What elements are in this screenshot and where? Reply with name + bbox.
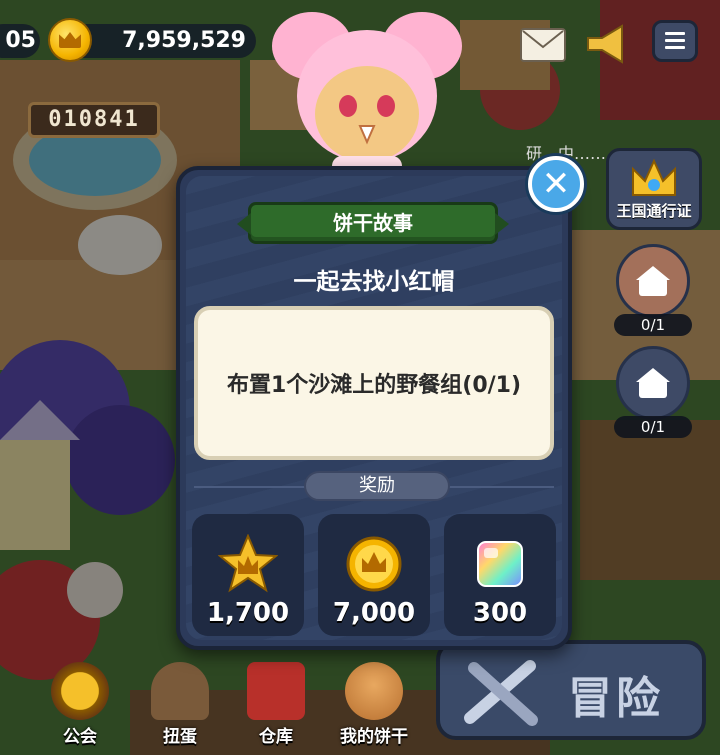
dialog-title-banner: 饼干故事	[248, 202, 498, 244]
adventure-label: 冒险	[568, 673, 664, 724]
cookie-face-icon	[345, 662, 403, 720]
reward-value-cube: 300	[472, 598, 528, 628]
task-text: 布置1个沙滩上的野餐组(0/1)	[226, 373, 522, 398]
megaphone-glyph	[587, 24, 623, 64]
story-subtitle: 一起去找小红帽	[293, 269, 455, 295]
kingdom-pass-label: 王国通行证	[616, 202, 692, 220]
reward-value-coin: 7,000	[332, 598, 416, 628]
storage-barn-icon	[247, 662, 305, 720]
house-hand-icon	[636, 368, 670, 398]
coin-balance-value: 7,959,529	[122, 28, 246, 53]
quest-button-2[interactable]	[616, 346, 690, 420]
cookie-story-dialog: 饼干故事 一起去找小红帽 布置1个沙滩上的野餐组(0/1) 奖励 1,700 7…	[176, 166, 572, 650]
reward-card-cube: 300	[444, 514, 556, 636]
close-icon: ✕	[541, 164, 571, 204]
quest-1-count: 0/1	[614, 314, 692, 336]
hud-left-counter: 05	[0, 24, 40, 58]
adventure-button[interactable]: 冒险	[436, 640, 706, 740]
nav-gacha-label: 扭蛋	[163, 727, 197, 747]
hamburger-icon	[665, 32, 685, 49]
population-counter: 010841	[28, 102, 160, 138]
coin-icon	[48, 18, 92, 62]
nav-my-cookies-label: 我的饼干	[340, 727, 408, 747]
close-button[interactable]: ✕	[528, 156, 584, 212]
hud-left-value: 05	[5, 28, 36, 53]
gacha-oven-icon	[151, 662, 209, 720]
nav-my-cookies[interactable]: 我的饼干	[334, 662, 414, 747]
nav-guild-label: 公会	[63, 727, 97, 747]
coin-icon	[346, 536, 402, 592]
nav-storage-label: 仓库	[259, 727, 293, 747]
quest-2-count: 0/1	[614, 416, 692, 438]
guild-shield-icon	[51, 662, 109, 720]
nav-guild[interactable]: 公会	[40, 662, 120, 747]
envelope-glyph	[522, 30, 564, 49]
reward-card-star: 1,700	[192, 514, 304, 636]
nav-storage[interactable]: 仓库	[236, 662, 316, 747]
reward-value-star: 1,700	[206, 598, 290, 628]
nav-gacha[interactable]: 扭蛋	[140, 662, 220, 747]
crown-gem-icon	[632, 158, 676, 196]
rainbow-cube-icon	[477, 541, 523, 587]
star-crown-icon	[218, 534, 278, 593]
megaphone-icon[interactable]	[584, 24, 628, 64]
reward-card-coin: 7,000	[318, 514, 430, 636]
task-box: 布置1个沙滩上的野餐组(0/1)	[194, 306, 554, 460]
house-hand-icon	[636, 266, 670, 296]
kingdom-pass-button[interactable]: 王国通行证	[606, 148, 702, 230]
counter-value: 010841	[48, 107, 140, 132]
reward-label: 奖励	[304, 471, 450, 501]
crossed-swords-icon	[464, 660, 538, 726]
menu-button[interactable]	[652, 20, 698, 62]
quest-button-1[interactable]	[616, 244, 690, 318]
mail-icon[interactable]	[520, 28, 566, 62]
